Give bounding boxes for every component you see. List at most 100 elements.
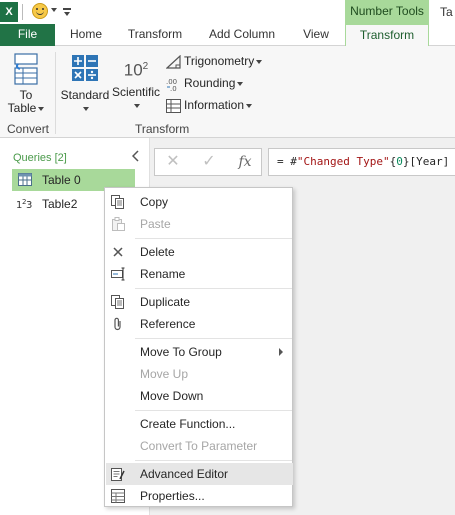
paste-icon — [112, 217, 125, 231]
quick-access-toolbar: X Number Tools Ta — [0, 0, 455, 24]
rounding-label: Rounding — [184, 76, 236, 90]
menu-item-label: Move Up — [140, 367, 189, 381]
customize-qat-icon[interactable] — [63, 6, 71, 18]
menu-item-label: Properties... — [140, 489, 205, 503]
information-label: Information — [184, 98, 245, 112]
query-context-menu: Copy Paste Delete Rename Duplicate Refer… — [104, 187, 293, 507]
menu-item-reference[interactable]: Reference — [106, 313, 293, 335]
duplicate-icon — [111, 295, 124, 309]
table-icon — [18, 173, 32, 186]
tab-transform[interactable]: Transform — [120, 24, 190, 46]
menu-item-label: Delete — [140, 245, 175, 259]
reference-paperclip-icon — [114, 317, 121, 331]
group-label-transform: Transform — [135, 122, 190, 136]
smiley-dropdown-arrow-icon[interactable] — [51, 8, 57, 12]
menu-item-label: Paste — [140, 217, 171, 231]
formula-input[interactable]: = #"Changed Type"{0}[Year] — [268, 148, 455, 176]
menu-item-move-down[interactable]: Move Down — [106, 385, 293, 407]
menu-item-label: Create Function... — [140, 417, 236, 431]
menu-separator — [135, 238, 292, 239]
to-table-label-2: Table — [4, 102, 48, 115]
menu-item-label: Move Down — [140, 389, 204, 403]
commit-formula-icon[interactable]: ✓ — [191, 149, 227, 175]
smiley-feedback-icon[interactable] — [32, 3, 48, 19]
tab-file[interactable]: File — [0, 24, 55, 46]
scientific-dropdown-icon — [134, 103, 140, 108]
trigonometry-dropdown-icon — [256, 59, 263, 64]
number-123-icon: 1 2 3 — [16, 198, 32, 210]
tab-view[interactable]: View — [290, 24, 342, 46]
menu-separator — [135, 338, 292, 339]
menu-item-move-up[interactable]: Move Up — [106, 363, 293, 385]
menu-item-advanced-editor[interactable]: Advanced Editor — [106, 463, 293, 485]
formula-controls: ✕ ✓ fx — [154, 148, 262, 176]
cancel-formula-icon[interactable]: ✕ — [155, 149, 191, 175]
formula-part: }[Year] — [402, 155, 450, 168]
standard-label: Standard — [60, 88, 110, 102]
menu-item-label: Move To Group — [140, 345, 222, 359]
excel-logo-icon: X — [0, 2, 18, 22]
queries-header: Queries [2] — [13, 152, 67, 164]
standard-math-icon — [72, 55, 98, 81]
formula-string-token: "Changed Type" — [296, 155, 390, 168]
collapse-pane-chevron-icon[interactable] — [132, 150, 140, 162]
menu-item-convert-to-parameter[interactable]: Convert To Parameter — [106, 435, 293, 457]
advanced-editor-icon — [111, 468, 125, 481]
number-tools-context-group: Number Tools — [345, 0, 429, 24]
rename-icon — [111, 267, 125, 281]
group-label-convert: Convert — [7, 122, 50, 136]
trigonometry-icon — [165, 54, 181, 69]
menu-item-duplicate[interactable]: Duplicate — [106, 291, 293, 313]
information-icon — [166, 98, 181, 113]
ribbon: To Table Convert Standard 102 Scientific… — [0, 46, 455, 138]
rounding-dropdown-icon — [237, 81, 244, 86]
menu-separator — [135, 460, 292, 461]
rounding-icon: .00.0 — [166, 77, 181, 93]
scientific-icon: 102 — [123, 60, 149, 80]
rounding-button[interactable]: .00.0 Rounding — [166, 74, 244, 93]
qat-separator — [22, 4, 23, 20]
tab-number-tools-transform[interactable]: Transform — [345, 24, 429, 47]
scientific-dropdown — [112, 99, 160, 112]
trigonometry-button[interactable]: Trigonometry — [165, 52, 263, 70]
ribbon-tabs: File Home Transform Add Column View Tran… — [0, 24, 455, 47]
scientific-label: Scientific — [112, 85, 161, 99]
submenu-arrow-icon — [279, 348, 283, 356]
menu-item-label: Rename — [140, 267, 186, 281]
svg-text:3: 3 — [26, 200, 32, 210]
menu-item-label: Convert To Parameter — [140, 439, 258, 453]
ribbon-group-separator — [55, 52, 56, 134]
partial-tab-label[interactable]: Ta — [440, 0, 453, 24]
query-item-label: Table2 — [42, 197, 78, 211]
to-table-icon — [14, 53, 38, 85]
standard-dropdown — [60, 102, 110, 115]
formula-part: = # — [277, 155, 297, 168]
menu-item-label: Advanced Editor — [140, 467, 229, 481]
menu-separator — [135, 288, 292, 289]
menu-item-copy[interactable]: Copy — [106, 191, 293, 213]
menu-item-delete[interactable]: Delete — [106, 241, 293, 263]
information-button[interactable]: Information — [166, 96, 253, 114]
properties-icon — [111, 489, 125, 503]
menu-item-create-function[interactable]: Create Function... — [106, 413, 293, 435]
formula-number-token: 0 — [396, 155, 403, 168]
menu-item-move-to-group[interactable]: Move To Group — [106, 341, 293, 363]
insert-function-icon[interactable]: fx — [227, 149, 263, 175]
tab-add-column[interactable]: Add Column — [200, 24, 284, 46]
menu-item-label: Reference — [140, 317, 196, 331]
standard-dropdown-icon — [83, 106, 89, 111]
menu-item-properties[interactable]: Properties... — [106, 485, 293, 507]
standard-button[interactable]: Standard — [60, 52, 110, 115]
menu-item-paste[interactable]: Paste — [106, 213, 293, 235]
menu-separator — [135, 410, 292, 411]
scientific-button[interactable]: 102 Scientific — [112, 52, 160, 112]
to-table-button[interactable]: To Table — [4, 52, 48, 115]
tab-home[interactable]: Home — [60, 24, 112, 46]
svg-text:.0: .0 — [170, 85, 177, 91]
copy-icon — [111, 195, 124, 209]
trigonometry-label: Trigonometry — [184, 54, 255, 68]
menu-item-rename[interactable]: Rename — [106, 263, 293, 285]
information-dropdown-icon — [246, 103, 253, 108]
delete-icon — [113, 247, 123, 257]
query-item-label: Table 0 — [42, 173, 81, 187]
